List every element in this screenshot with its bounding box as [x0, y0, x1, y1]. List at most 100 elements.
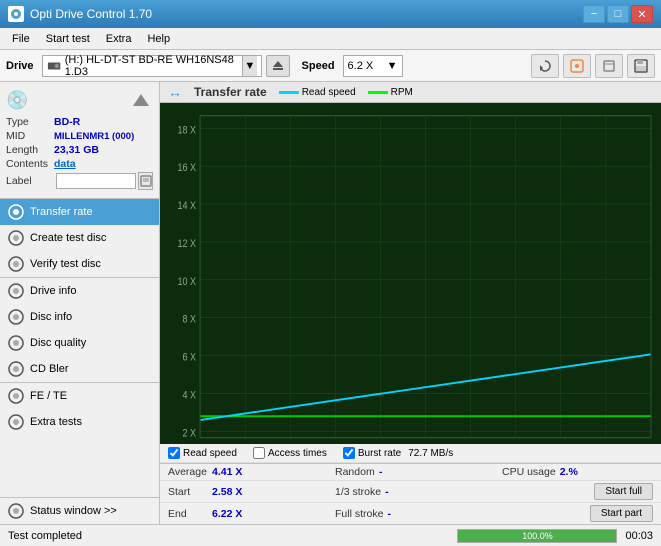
legend-read-speed-label: Read speed	[302, 87, 356, 98]
sidebar: 💿 Type BD-R MID MILLENMR1 (000) Length 2…	[0, 82, 160, 524]
average-label: Average	[168, 466, 208, 478]
speed-label: Speed	[302, 60, 335, 72]
time-display: 00:03	[625, 530, 661, 542]
nav-verify-test-disc-label: Verify test disc	[30, 258, 101, 270]
speed-selector[interactable]: 6.2 X ▼	[343, 55, 403, 77]
menu-extra[interactable]: Extra	[98, 31, 140, 47]
nav-item-disc-info[interactable]: Disc info	[0, 304, 159, 330]
average-value: 4.41 X	[212, 466, 242, 478]
legend-rpm: RPM	[368, 87, 413, 98]
disc-type-field: Type BD-R	[6, 116, 153, 128]
extra-tests-icon	[8, 414, 24, 430]
chart-container: 18 X 16 X 14 X 12 X 10 X 8 X 6 X 4 X 2 X…	[160, 103, 661, 444]
chart-header: ↔ Transfer rate Read speed RPM	[160, 82, 661, 103]
save-button[interactable]	[627, 54, 655, 78]
disc-label-browse-button[interactable]	[138, 172, 153, 190]
legend-read-speed: Read speed	[279, 87, 356, 98]
access-times-checkbox-label: Access times	[268, 448, 327, 459]
read-speed-checkbox-item: Read speed	[168, 447, 237, 459]
disc-contents-label: Contents	[6, 158, 54, 170]
nav-item-drive-info[interactable]: Drive info	[0, 278, 159, 304]
progress-container: 100.0%	[457, 529, 617, 543]
menu-help[interactable]: Help	[139, 31, 178, 47]
drive-selector[interactable]: (H:) HL-DT-ST BD-RE WH16NS48 1.D3 ▼	[42, 55, 262, 77]
stats-average: Average 4.41 X	[160, 464, 327, 480]
settings-icon	[570, 59, 584, 73]
disc-contents-value[interactable]: data	[54, 158, 76, 170]
access-times-checkbox[interactable]	[253, 447, 265, 459]
drive-label: Drive	[6, 60, 34, 72]
speed-dropdown-arrow[interactable]: ▼	[387, 60, 398, 72]
stroke1-3-value: -	[385, 486, 389, 498]
stats-start: Start 2.58 X	[160, 481, 327, 502]
stats-start-full-cell: Start full	[494, 481, 661, 502]
nav-item-cd-bler[interactable]: CD Bler	[0, 356, 159, 382]
nav-create-test-disc-label: Create test disc	[30, 232, 106, 244]
drive-value: (H:) HL-DT-ST BD-RE WH16NS48 1.D3	[65, 54, 238, 78]
refresh-button[interactable]	[531, 54, 559, 78]
read-speed-checkbox[interactable]	[168, 447, 180, 459]
start-value: 2.58 X	[212, 486, 242, 498]
svg-text:12 X: 12 X	[178, 238, 197, 250]
status-text: Test completed	[0, 530, 457, 542]
start-full-button[interactable]: Start full	[594, 483, 653, 500]
cpu-usage-label: CPU usage	[502, 466, 556, 478]
refresh-icon	[538, 59, 552, 73]
nav-item-status-window[interactable]: Status window >>	[0, 498, 159, 524]
nav-item-fe-te[interactable]: FE / TE	[0, 383, 159, 409]
nav-fe-te-label: FE / TE	[30, 390, 67, 402]
svg-text:8 X: 8 X	[183, 314, 197, 326]
disc-mid-label: MID	[6, 130, 54, 142]
nav-status-window-label: Status window >>	[30, 505, 117, 517]
drive-dropdown-arrow[interactable]: ▼	[242, 56, 256, 76]
disc-icon: 💿	[6, 90, 28, 111]
content-area: ↔ Transfer rate Read speed RPM	[160, 82, 661, 524]
tools-button[interactable]	[595, 54, 623, 78]
legend-read-speed-color	[279, 91, 299, 94]
nav-extra-tests-label: Extra tests	[30, 416, 82, 428]
options-button[interactable]	[563, 54, 591, 78]
nav-group-2: Drive info Disc info Disc quality CD Ble…	[0, 278, 159, 382]
nav-item-extra-tests[interactable]: Extra tests	[0, 409, 159, 435]
disc-arrow-icon	[129, 88, 153, 112]
chart-title: Transfer rate	[194, 85, 267, 99]
menu-start-test[interactable]: Start test	[38, 31, 98, 47]
create-test-disc-icon	[8, 230, 24, 246]
status-window-icon	[8, 503, 24, 519]
menu-file[interactable]: File	[4, 31, 38, 47]
disc-length-field: Length 23,31 GB	[6, 144, 153, 156]
nav-item-verify-test-disc[interactable]: Verify test disc	[0, 251, 159, 277]
svg-text:4 X: 4 X	[183, 390, 197, 402]
stats-1-3-stroke: 1/3 stroke -	[327, 481, 494, 502]
drive-info-icon	[8, 283, 24, 299]
disc-mid-field: MID MILLENMR1 (000)	[6, 130, 153, 142]
stats-start-part-cell: Start part	[494, 503, 661, 524]
disc-mid-value: MILLENMR1 (000)	[54, 131, 134, 142]
svg-text:14 X: 14 X	[178, 200, 197, 212]
stats-full-stroke: Full stroke -	[327, 503, 494, 524]
legend-rpm-color	[368, 91, 388, 94]
nav-item-create-test-disc[interactable]: Create test disc	[0, 225, 159, 251]
minimize-button[interactable]: −	[583, 5, 605, 23]
end-label: End	[168, 508, 208, 520]
eject-button[interactable]	[266, 55, 290, 77]
chart-checkboxes: Read speed Access times Burst rate 72.7 …	[160, 444, 661, 463]
transfer-rate-icon	[8, 204, 24, 220]
close-button[interactable]: ✕	[631, 5, 653, 23]
disc-panel: 💿 Type BD-R MID MILLENMR1 (000) Length 2…	[0, 82, 159, 199]
nav-item-disc-quality[interactable]: Disc quality	[0, 330, 159, 356]
disc-type-value: BD-R	[54, 116, 80, 128]
nav-group-4: Status window >>	[0, 498, 159, 524]
maximize-button[interactable]: □	[607, 5, 629, 23]
verify-test-disc-icon	[8, 256, 24, 272]
chart-title-icon: ↔	[168, 84, 182, 100]
disc-length-value: 23,31 GB	[54, 144, 99, 156]
nav-item-transfer-rate[interactable]: Transfer rate	[0, 199, 159, 225]
stats-row-3: End 6.22 X Full stroke - Start part	[160, 503, 661, 524]
disc-label-input[interactable]	[56, 173, 136, 189]
nav-disc-info-label: Disc info	[30, 311, 72, 323]
stroke1-3-label: 1/3 stroke	[335, 486, 381, 498]
full-stroke-value: -	[387, 508, 391, 520]
burst-rate-checkbox[interactable]	[343, 447, 355, 459]
start-part-button[interactable]: Start part	[590, 505, 653, 522]
